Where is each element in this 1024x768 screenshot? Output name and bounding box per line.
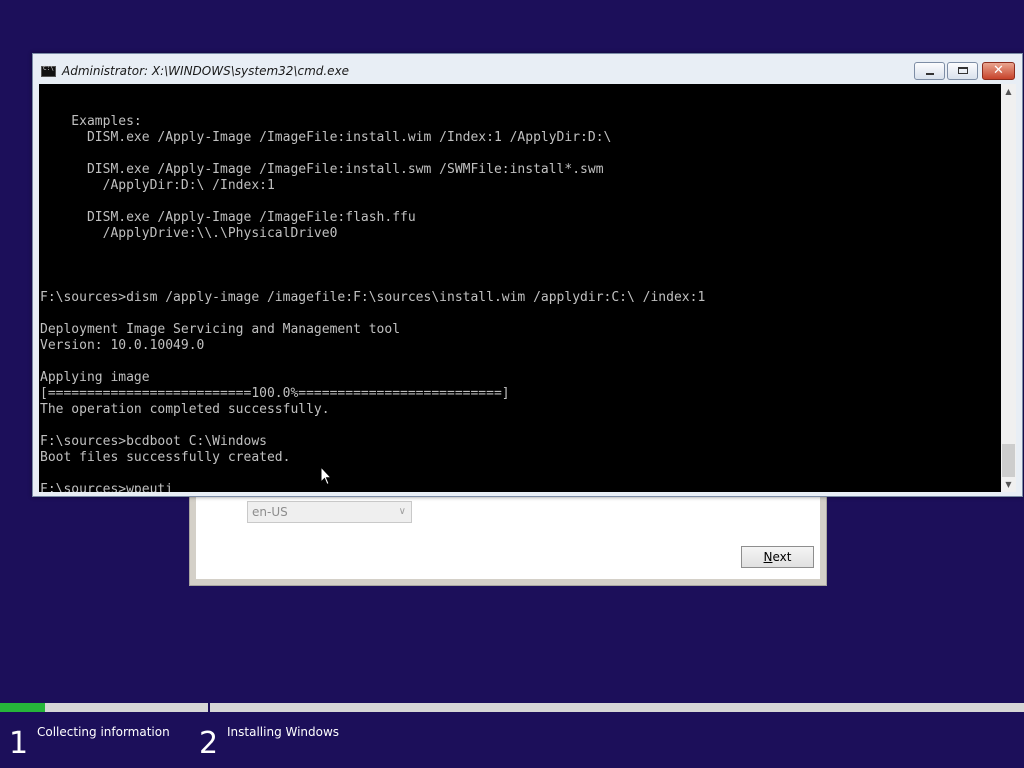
cmd-icon[interactable] — [41, 65, 56, 77]
mouse-pointer-icon — [320, 466, 332, 486]
console-prompt-line: F:\sources>wpeuti — [40, 482, 174, 492]
window-title: Administrator: X:\WINDOWS\system32\cmd.e… — [62, 64, 350, 78]
locale-select[interactable]: en-US ∨ — [247, 501, 412, 523]
progress-fill — [0, 703, 46, 712]
cmd-titlebar[interactable]: Administrator: X:\WINDOWS\system32\cmd.e… — [33, 54, 1022, 84]
maximize-button[interactable] — [947, 62, 978, 80]
chevron-down-icon: ∨ — [398, 506, 406, 517]
console-output[interactable]: Examples: DISM.exe /Apply-Image /ImageFi… — [39, 84, 1001, 492]
console-history: Examples: DISM.exe /Apply-Image /ImageFi… — [40, 114, 706, 465]
vertical-scrollbar[interactable]: ▲ ▼ — [1001, 84, 1016, 492]
minimize-icon — [926, 73, 934, 75]
scroll-down-arrow-icon[interactable]: ▼ — [1001, 477, 1016, 492]
scroll-thumb[interactable] — [1002, 444, 1015, 477]
step-label: Installing Windows — [227, 725, 340, 739]
locale-value: en-US — [252, 505, 288, 519]
step-number: 2 — [199, 726, 219, 761]
close-icon: ✕ — [993, 63, 1004, 78]
setup-progress-bar — [0, 701, 1024, 714]
minimize-button[interactable] — [914, 62, 945, 80]
next-button-label: ext — [772, 550, 792, 564]
next-button-accesskey: N — [763, 550, 773, 564]
progress-step-divider — [208, 701, 210, 714]
step-label: Collecting information — [37, 725, 170, 739]
scroll-up-arrow-icon[interactable]: ▲ — [1001, 84, 1016, 99]
cmd-window[interactable]: Administrator: X:\WINDOWS\system32\cmd.e… — [32, 53, 1023, 497]
next-button[interactable]: Next — [741, 546, 814, 568]
close-button[interactable]: ✕ — [982, 62, 1015, 80]
step-number: 1 — [9, 726, 29, 761]
maximize-icon — [958, 67, 968, 74]
console-text: Examples: DISM.exe /Apply-Image /ImageFi… — [39, 84, 1001, 492]
